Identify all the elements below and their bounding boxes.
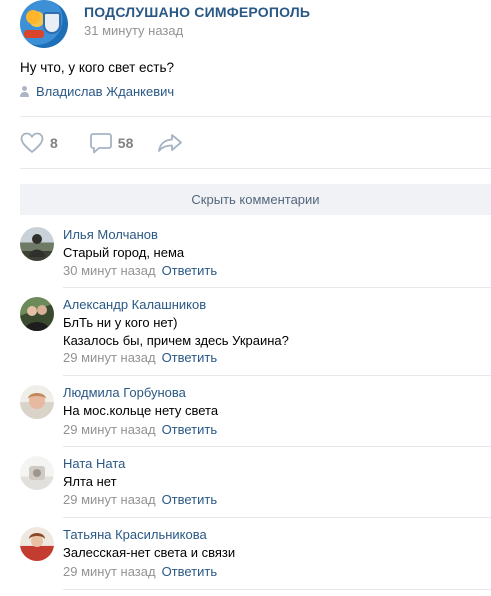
comment-author[interactable]: Александр Калашников: [63, 297, 206, 312]
avatar[interactable]: [20, 227, 54, 261]
comment-count: 58: [117, 135, 134, 151]
divider: [63, 287, 491, 288]
post-signer[interactable]: Владислав Жданкевич: [20, 84, 174, 99]
comment-author[interactable]: Илья Молчанов: [63, 227, 158, 242]
post-time[interactable]: 31 минуту назад: [84, 23, 183, 38]
avatar[interactable]: [20, 527, 54, 561]
comment-time[interactable]: 29 минут назад: [63, 350, 156, 365]
avatar[interactable]: [20, 456, 54, 490]
heart-icon: [20, 132, 44, 153]
like-count: 8: [50, 135, 58, 151]
comment-meta: 29 минут назад Ответить: [63, 492, 217, 507]
divider: [63, 375, 491, 376]
comment-item: Ната Ната Ялта нет 29 минут назад Ответит…: [20, 456, 491, 518]
comment-meta: 29 минут назад Ответить: [63, 350, 217, 365]
hide-comments-button[interactable]: Скрыть комментарии: [20, 184, 491, 215]
comment-text: БлТь ни у кого нет) Казалось бы, причем …: [63, 314, 289, 350]
comment-item: Илья Молчанов Старый город, нема 30 мину…: [20, 227, 491, 288]
comment-time[interactable]: 29 минут назад: [63, 492, 156, 507]
comment-line: БлТь ни у кого нет): [63, 315, 178, 330]
comment-meta: 29 минут назад Ответить: [63, 564, 217, 579]
avatar-sun-shape: [26, 10, 40, 24]
comment-meta: 30 минут назад Ответить: [63, 263, 217, 278]
avatar-shield-shape: [43, 12, 61, 34]
divider: [63, 446, 491, 447]
signer-name[interactable]: Владислав Жданкевич: [36, 84, 174, 99]
divider: [20, 116, 491, 117]
avatar[interactable]: [20, 297, 54, 331]
divider: [63, 589, 491, 590]
reply-button[interactable]: Ответить: [162, 492, 218, 507]
avatar-figure: [28, 393, 46, 409]
reply-button[interactable]: Ответить: [162, 422, 218, 437]
avatar-figure: [29, 533, 45, 547]
avatar-figure: [29, 466, 45, 480]
group-avatar[interactable]: [20, 0, 68, 48]
comment-line: Казалось бы, причем здесь Украина?: [63, 333, 289, 348]
comment-time[interactable]: 29 минут назад: [63, 422, 156, 437]
comment-button[interactable]: 58: [89, 132, 134, 154]
share-arrow-icon: [158, 134, 183, 152]
comment-author[interactable]: Людмила Горбунова: [63, 385, 186, 400]
comment-text: Ялта нет: [63, 474, 117, 489]
reply-button[interactable]: Ответить: [162, 564, 218, 579]
comment-text: На мос.кольце нету света: [63, 403, 219, 418]
divider: [20, 168, 491, 169]
comment-item: Людмила Горбунова На мос.кольце нету све…: [20, 385, 491, 447]
user-icon: [20, 86, 30, 97]
comment-item: Александр Калашников БлТь ни у кого нет)…: [20, 297, 491, 376]
avatar-red-shape: [24, 30, 44, 38]
comment-time[interactable]: 29 минут назад: [63, 564, 156, 579]
avatar[interactable]: [20, 385, 54, 419]
comment-time[interactable]: 30 минут назад: [63, 263, 156, 278]
speech-bubble-icon: [89, 133, 112, 154]
reply-button[interactable]: Ответить: [162, 350, 218, 365]
post-text: Ну что, у кого свет есть?: [20, 60, 175, 75]
post-header: ПОДСЛУШАНО СИМФЕРОПОЛЬ 31 минуту назад: [20, 0, 480, 48]
avatar-figure: [24, 305, 50, 331]
avatar-figure: [29, 234, 45, 257]
comment-author[interactable]: Ната Ната: [63, 456, 125, 471]
comment-text: Старый город, нема: [63, 245, 185, 260]
comment-author[interactable]: Татьяна Красильникова: [63, 527, 207, 542]
reply-button[interactable]: Ответить: [162, 263, 218, 278]
comment-meta: 29 минут назад Ответить: [63, 422, 217, 437]
share-button[interactable]: [157, 133, 183, 153]
comment-item: Татьяна Красильникова Залесская-нет свет…: [20, 527, 491, 590]
comment-text: Залесская-нет света и связи: [63, 545, 236, 560]
divider: [63, 517, 491, 518]
post-actions: 8 58: [20, 130, 199, 156]
group-name[interactable]: ПОДСЛУШАНО СИМФЕРОПОЛЬ: [84, 4, 310, 20]
like-button[interactable]: 8: [20, 132, 58, 154]
